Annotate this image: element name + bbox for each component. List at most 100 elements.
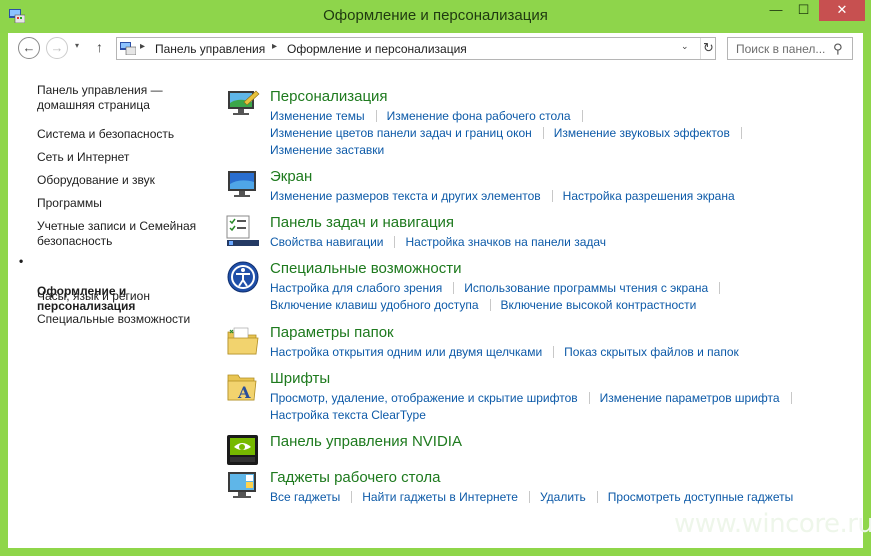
search-input[interactable]: Поиск в панел... ⚲ (727, 37, 853, 60)
address-bar[interactable]: ▸ Панель управления ▸ Оформление и персо… (116, 37, 716, 60)
link-divider (453, 282, 455, 294)
change-sound-effects-link[interactable]: Изменение звуковых эффектов (554, 126, 730, 140)
link-row: Изменение размеров текста и других элеме… (270, 189, 735, 203)
client-area: ← → ▾ ↑ ▸ Панель управления ▸ Оформление… (8, 33, 863, 548)
link-row: Просмотр, удаление, отображение и скрыти… (270, 391, 802, 405)
category-taskbar: Панель задач и навигация Свойства навига… (226, 214, 846, 250)
category-title[interactable]: Панель управления NVIDIA (270, 433, 462, 450)
link-row: Все гаджеты Найти гаджеты в Интернете Удал… (270, 490, 793, 504)
category-title[interactable]: Специальные возможности (270, 260, 462, 277)
link-row: Свойства навигации Настройка значков на п… (270, 235, 606, 249)
link-divider (551, 190, 553, 202)
category-title[interactable]: Экран (270, 168, 312, 185)
low-vision-link[interactable]: Настройка для слабого зрения (270, 281, 442, 295)
sticky-keys-link[interactable]: Включение клавиш удобного доступа (270, 298, 479, 312)
search-icon[interactable]: ⚲ (833, 41, 843, 57)
screen-resolution-link[interactable]: Настройка разрешения экрана (563, 189, 735, 203)
sidebar-item-ease-of-access[interactable]: Специальные возможности (37, 312, 207, 327)
link-divider (528, 491, 530, 503)
link-divider (553, 346, 555, 358)
site-watermark: www.wincore.ru (674, 509, 871, 539)
up-button[interactable]: ↑ (96, 39, 103, 55)
high-contrast-link[interactable]: Включение высокой контрастности (501, 298, 697, 312)
sidebar-item-network-internet[interactable]: Сеть и Интернет (37, 150, 207, 165)
sidebar-item-control-panel-home[interactable]: Панель управления — домашняя страница (37, 83, 207, 113)
show-hidden-files-link[interactable]: Показ скрытых файлов и папок (564, 345, 739, 359)
navigation-properties-link[interactable]: Свойства навигации (270, 235, 383, 249)
text-size-link[interactable]: Изменение размеров текста и других элеме… (270, 189, 541, 203)
window: Оформление и персонализация — ☐ ✕ ← → ▾ … (0, 0, 871, 556)
link-row: Настройка для слабого зрения Использовани… (270, 281, 730, 295)
maximize-button[interactable]: ☐ (790, 0, 817, 21)
link-divider (489, 299, 491, 311)
link-row: Настройка открытия одним или двумя щелчк… (270, 345, 739, 359)
breadcrumb-separator-icon[interactable]: ▸ (140, 41, 145, 52)
taskbar-icon[interactable] (226, 214, 260, 248)
uninstall-gadget-link[interactable]: Удалить (540, 490, 586, 504)
category-title[interactable]: Параметры папок (270, 324, 394, 341)
link-row: Изменение цветов панели задач и границ о… (270, 126, 752, 140)
all-gadgets-link[interactable]: Все гаджеты (270, 490, 340, 504)
sidebar-item-programs[interactable]: Программы (37, 196, 207, 211)
display-icon[interactable] (226, 168, 260, 202)
link-divider (375, 110, 377, 122)
change-desktop-background-link[interactable]: Изменение фона рабочего стола (387, 109, 571, 123)
view-running-gadgets-link[interactable]: Просмотреть доступные гаджеты (608, 490, 793, 504)
link-divider (588, 392, 590, 404)
category-personalization: Персонализация Изменение темы Изменение ф… (226, 88, 846, 158)
ease-of-access-icon[interactable] (226, 260, 260, 294)
breadcrumb-separator-icon[interactable]: ▸ (272, 41, 277, 52)
cleartype-link[interactable]: Настройка текста ClearType (270, 408, 426, 422)
category-title[interactable]: Шрифты (270, 370, 330, 387)
nvidia-icon[interactable] (226, 433, 260, 467)
recent-locations-chevron-down-icon[interactable]: ▾ (75, 41, 79, 50)
screen-reader-link[interactable]: Использование программы чтения с экрана (464, 281, 708, 295)
category-gadgets: Гаджеты рабочего стола Все гаджеты Найти … (226, 469, 846, 505)
forward-button[interactable]: → (46, 37, 68, 59)
fonts-icon[interactable]: A (226, 370, 260, 404)
address-dropdown-chevron-down-icon[interactable]: ⌄ (681, 41, 689, 52)
personalization-icon[interactable] (226, 88, 260, 122)
sidebar-item-user-accounts[interactable]: Учетные записи и Семейная безопасность (37, 219, 207, 249)
window-title: Оформление и персонализация (323, 7, 548, 24)
control-panel-location-icon (120, 42, 136, 55)
category-nvidia: Панель управления NVIDIA (226, 433, 846, 467)
link-row: Настройка текста ClearType (270, 408, 426, 422)
sidebar-item-appearance[interactable]: • Оформление и персонализация (19, 254, 207, 314)
sidebar-item-system-security[interactable]: Система и безопасность (37, 127, 207, 142)
link-divider (719, 282, 721, 294)
category-title[interactable]: Персонализация (270, 88, 388, 105)
change-window-colors-link[interactable]: Изменение цветов панели задач и границ о… (270, 126, 532, 140)
category-title[interactable]: Гаджеты рабочего стола (270, 469, 440, 486)
breadcrumb-control-panel[interactable]: Панель управления (155, 42, 265, 56)
gadgets-icon[interactable] (226, 469, 260, 503)
change-theme-link[interactable]: Изменение темы (270, 109, 365, 123)
svg-text:A: A (237, 383, 251, 402)
link-divider (542, 127, 544, 139)
taskbar-icons-link[interactable]: Настройка значков на панели задач (405, 235, 606, 249)
navigation-bar: ← → ▾ ↑ ▸ Панель управления ▸ Оформление… (8, 33, 863, 63)
minimize-button[interactable]: — (762, 0, 790, 21)
close-button[interactable]: ✕ (819, 0, 865, 21)
change-screen-saver-link[interactable]: Изменение заставки (270, 143, 384, 157)
link-divider (790, 392, 792, 404)
link-row: Изменение заставки (270, 143, 384, 157)
link-divider (596, 491, 598, 503)
back-button[interactable]: ← (18, 37, 40, 59)
find-gadgets-online-link[interactable]: Найти гаджеты в Интернете (362, 490, 518, 504)
search-placeholder: Поиск в панел... (736, 42, 826, 56)
category-ease-of-access: Специальные возможности Настройка для сл… (226, 260, 846, 314)
title-bar[interactable]: Оформление и персонализация — ☐ ✕ (0, 0, 871, 33)
link-divider (740, 127, 742, 139)
category-fonts: A Шрифты Просмотр, удаление, отображение… (226, 370, 846, 424)
sidebar-item-hardware-sound[interactable]: Оборудование и звук (37, 173, 207, 188)
folder-options-icon[interactable] (226, 324, 260, 358)
single-double-click-link[interactable]: Настройка открытия одним или двумя щелчк… (270, 345, 542, 359)
link-divider (351, 491, 353, 503)
breadcrumb-appearance[interactable]: Оформление и персонализация (287, 42, 467, 56)
category-title[interactable]: Панель задач и навигация (270, 214, 454, 231)
refresh-icon[interactable]: ↻ (700, 38, 716, 59)
sidebar-item-clock-language-region[interactable]: Часы, язык и регион (37, 289, 207, 304)
font-settings-link[interactable]: Изменение параметров шрифта (600, 391, 780, 405)
view-fonts-link[interactable]: Просмотр, удаление, отображение и скрыти… (270, 391, 578, 405)
